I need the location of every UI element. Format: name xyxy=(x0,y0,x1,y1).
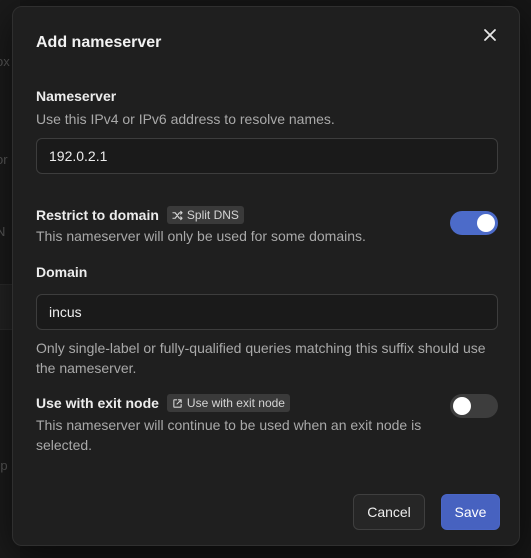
exit-node-help-text: This nameserver will continue to be used… xyxy=(36,417,422,453)
restrict-to-domain-help-text: This nameserver will only be used for so… xyxy=(36,228,366,244)
exit-node-label: Use with exit node xyxy=(36,395,159,411)
close-icon xyxy=(484,29,496,41)
exit-node-badge-label: Use with exit node xyxy=(186,396,285,410)
restrict-to-domain-toggle[interactable] xyxy=(450,211,498,235)
shuffle-icon xyxy=(172,210,183,220)
exit-node-toggle[interactable] xyxy=(450,394,498,418)
nameserver-help-text: Use this IPv4 or IPv6 address to resolve… xyxy=(36,111,335,127)
add-nameserver-dialog: Add nameserver Nameserver Use this IPv4 … xyxy=(12,6,520,546)
background-text-fragment: -p xyxy=(0,458,8,473)
nameserver-input[interactable] xyxy=(36,138,498,174)
nameserver-label: Nameserver xyxy=(36,88,117,104)
toggle-knob xyxy=(477,214,495,232)
restrict-to-domain-row: Restrict to domain Split DNS xyxy=(36,206,244,224)
restrict-to-domain-label: Restrict to domain xyxy=(36,207,159,223)
cancel-button[interactable]: Cancel xyxy=(353,494,425,530)
domain-help-text: Only single-label or fully-qualified que… xyxy=(36,340,486,376)
exit-node-row: Use with exit node Use with exit node xyxy=(36,394,290,412)
background-text-fragment: ox xyxy=(0,54,10,69)
background-text-fragment: or xyxy=(0,152,8,167)
dialog-title: Add nameserver xyxy=(36,34,162,51)
external-link-icon xyxy=(173,398,182,408)
toggle-knob xyxy=(453,397,471,415)
split-dns-badge-label: Split DNS xyxy=(186,208,239,222)
split-dns-badge: Split DNS xyxy=(166,206,244,224)
background-text-fragment: N xyxy=(0,224,6,239)
domain-input[interactable] xyxy=(36,294,498,330)
exit-node-badge: Use with exit node xyxy=(166,394,290,412)
save-button[interactable]: Save xyxy=(441,494,500,530)
domain-label: Domain xyxy=(36,264,88,280)
close-button[interactable] xyxy=(478,23,502,47)
